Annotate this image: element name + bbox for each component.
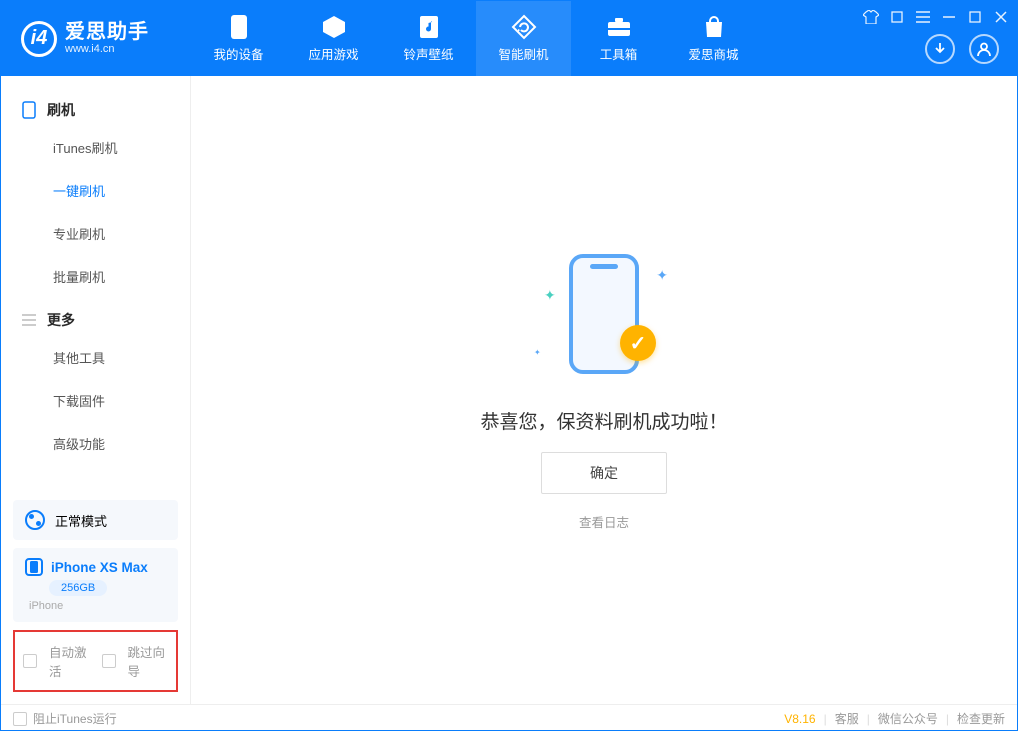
tab-label: 爱思商城 — [688, 44, 738, 63]
tab-my-device[interactable]: 我的设备 — [191, 1, 286, 76]
minimize-icon[interactable] — [941, 9, 957, 25]
toolbox-icon — [606, 14, 632, 40]
flash-options: 自动激活 跳过向导 — [13, 630, 178, 692]
sidebar-item-itunes-flash[interactable]: iTunes刷机 — [1, 126, 190, 169]
nav-tabs: 我的设备 应用游戏 铃声壁纸 智能刷机 工具箱 爱思商城 — [191, 1, 761, 76]
section-title: 刷机 — [47, 100, 75, 120]
tshirt-icon[interactable] — [863, 9, 879, 25]
sidebar-item-advanced[interactable]: 高级功能 — [1, 422, 190, 465]
sidebar-item-batch-flash[interactable]: 批量刷机 — [1, 255, 190, 298]
tab-store[interactable]: 爱思商城 — [666, 1, 761, 76]
checkbox-block-itunes[interactable] — [13, 712, 27, 726]
header-actions — [925, 34, 999, 64]
main-content: ✦ ✦ ✦ ✓ 恭喜您，保资料刷机成功啦！ 确定 查看日志 — [191, 76, 1017, 704]
menu-lines-icon — [21, 312, 37, 328]
app-subtitle: www.i4.cn — [65, 43, 149, 55]
wechat-link[interactable]: 微信公众号 — [878, 710, 938, 727]
logo-icon: i4 — [21, 21, 57, 57]
sparkle-icon: ✦ — [656, 267, 668, 284]
block-itunes-label: 阻止iTunes运行 — [33, 710, 117, 727]
menu-icon[interactable] — [915, 9, 931, 25]
version-label: V8.16 — [784, 712, 815, 726]
mode-icon — [25, 510, 45, 530]
cube-icon — [321, 14, 347, 40]
device-phone-icon — [25, 558, 43, 576]
tab-label: 智能刷机 — [498, 44, 548, 63]
checkbox-skip-guide[interactable] — [102, 654, 116, 668]
sidebar-item-pro-flash[interactable]: 专业刷机 — [1, 212, 190, 255]
refresh-icon — [511, 14, 537, 40]
checkmark-badge-icon: ✓ — [620, 325, 656, 361]
mode-card[interactable]: 正常模式 — [13, 500, 178, 540]
tab-smart-flash[interactable]: 智能刷机 — [476, 1, 571, 76]
sidebar-section-more: 更多 — [1, 298, 190, 336]
sidebar-section-flash: 刷机 — [1, 88, 190, 126]
sparkle-icon: ✦ — [534, 348, 541, 357]
option-auto-activate-label: 自动激活 — [49, 642, 90, 680]
success-message: 恭喜您，保资料刷机成功啦！ — [480, 407, 727, 434]
tab-ringtones[interactable]: 铃声壁纸 — [381, 1, 476, 76]
tab-label: 铃声壁纸 — [403, 44, 453, 63]
download-button[interactable] — [925, 34, 955, 64]
bag-icon — [701, 14, 727, 40]
account-button[interactable] — [969, 34, 999, 64]
sidebar-item-download-firmware[interactable]: 下载固件 — [1, 379, 190, 422]
footer: 阻止iTunes运行 V8.16 | 客服 | 微信公众号 | 检查更新 — [1, 704, 1017, 732]
music-icon — [416, 14, 442, 40]
maximize-icon[interactable] — [967, 9, 983, 25]
option-skip-guide-label: 跳过向导 — [128, 642, 169, 680]
sidebar-item-oneclick-flash[interactable]: 一键刷机 — [1, 169, 190, 212]
device-card[interactable]: iPhone XS Max 256GB iPhone — [13, 548, 178, 622]
section-title: 更多 — [47, 310, 75, 330]
customer-service-link[interactable]: 客服 — [835, 710, 859, 727]
close-icon[interactable] — [993, 9, 1009, 25]
tab-toolbox[interactable]: 工具箱 — [571, 1, 666, 76]
tab-apps-games[interactable]: 应用游戏 — [286, 1, 381, 76]
lock-icon[interactable] — [889, 9, 905, 25]
tab-label: 我的设备 — [213, 44, 263, 63]
sidebar: 刷机 iTunes刷机 一键刷机 专业刷机 批量刷机 更多 其他工具 下载固件 … — [1, 76, 191, 704]
titlebar-controls — [863, 9, 1009, 25]
sidebar-item-other-tools[interactable]: 其他工具 — [1, 336, 190, 379]
app-header: i4 爱思助手 www.i4.cn 我的设备 应用游戏 铃声壁纸 智能刷机 工具… — [1, 1, 1017, 76]
checkbox-auto-activate[interactable] — [23, 654, 37, 668]
phone-icon — [226, 14, 252, 40]
app-title: 爱思助手 — [65, 21, 149, 43]
tab-label: 工具箱 — [600, 44, 638, 63]
logo-area: i4 爱思助手 www.i4.cn — [1, 1, 191, 76]
check-update-link[interactable]: 检查更新 — [957, 710, 1005, 727]
ok-button[interactable]: 确定 — [541, 452, 667, 494]
device-type: iPhone — [29, 600, 63, 612]
device-capacity: 256GB — [49, 580, 107, 596]
view-log-link[interactable]: 查看日志 — [579, 512, 629, 531]
tab-label: 应用游戏 — [308, 44, 358, 63]
phone-outline-icon — [21, 102, 37, 118]
success-illustration: ✦ ✦ ✦ ✓ — [534, 249, 674, 389]
sparkle-icon: ✦ — [544, 287, 556, 304]
device-name: iPhone XS Max — [51, 560, 148, 575]
mode-label: 正常模式 — [55, 511, 107, 530]
